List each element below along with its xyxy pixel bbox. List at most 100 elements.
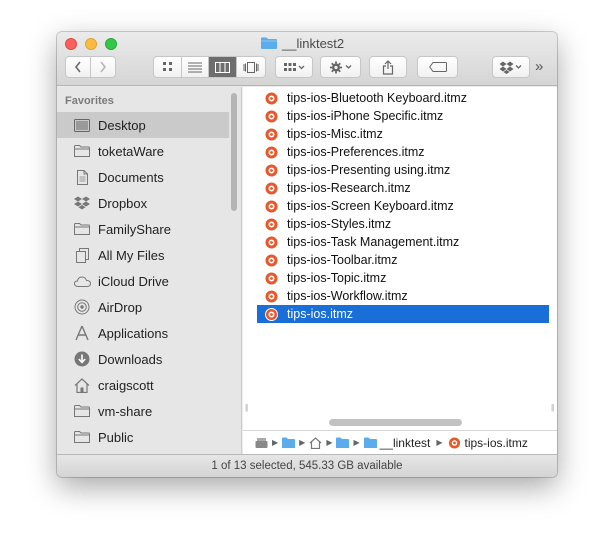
chevron-right-icon <box>100 61 107 73</box>
sidebar-item-label: iCloud Drive <box>98 273 169 289</box>
sidebar-item-icloud-drive[interactable]: iCloud Drive <box>57 268 229 294</box>
arrange-icon <box>284 62 305 71</box>
file-name: tips-ios-Bluetooth Keyboard.itmz <box>287 91 467 105</box>
file-row[interactable]: tips-ios-Toolbar.itmz <box>257 251 549 269</box>
column-resize-handle[interactable]: || <box>245 403 248 412</box>
folder-icon <box>363 437 377 448</box>
sidebar-item-label: Downloads <box>98 351 163 367</box>
window-title: __linktest2 <box>261 34 344 52</box>
tags-button[interactable] <box>417 56 458 78</box>
file-list: tips-ios-Bluetooth Keyboard.itmz tips-ios… <box>257 89 549 323</box>
path-separator-icon: ▶ <box>326 438 333 447</box>
itmz-file-icon <box>265 272 278 284</box>
dropbox-icon <box>73 195 91 211</box>
sidebar-item-familyshare[interactable]: FamilyShare <box>57 216 229 242</box>
icon-view-button[interactable] <box>154 57 182 77</box>
gear-icon <box>329 61 351 73</box>
cloud-icon <box>73 273 91 289</box>
action-button[interactable] <box>320 56 361 78</box>
cover-flow-view-button[interactable] <box>237 57 265 77</box>
column-view-button[interactable] <box>209 57 237 77</box>
sidebar-item-label: Applications <box>98 325 169 341</box>
file-row[interactable]: tips-ios-Misc.itmz <box>257 125 549 143</box>
documents-icon <box>73 169 91 185</box>
sidebar-item-all-my-files[interactable]: All My Files <box>57 242 229 268</box>
home-icon[interactable] <box>309 436 322 449</box>
sidebar-list: Desktop toketaWare Documents Dropbox Fam… <box>57 112 229 450</box>
sidebar-item-craigscott[interactable]: craigscott <box>57 372 229 398</box>
tag-icon <box>428 62 447 72</box>
sidebar-item-label: Dropbox <box>98 195 148 211</box>
path-separator-icon: ▶ <box>299 438 306 447</box>
title-bar[interactable]: __linktest2 » <box>57 32 557 86</box>
column-view-icon <box>215 61 230 73</box>
itmz-file-icon <box>265 164 278 176</box>
minimize-window-button[interactable] <box>85 38 97 50</box>
path-file-label[interactable]: tips-ios.itmz <box>464 436 527 450</box>
dropbox-button[interactable] <box>492 56 530 78</box>
hard-drive-icon[interactable] <box>255 437 268 449</box>
itmz-file-icon <box>265 200 278 212</box>
forward-button[interactable] <box>91 57 115 77</box>
sidebar-item-label: All My Files <box>98 247 165 263</box>
file-name: tips-ios-Preferences.itmz <box>287 145 425 159</box>
itmz-file-icon <box>265 128 278 140</box>
sidebar-scrollbar[interactable] <box>231 93 237 211</box>
folder-icon <box>73 429 91 445</box>
itmz-file-icon <box>265 218 278 230</box>
sidebar-item-vm-share[interactable]: vm-share <box>57 398 229 424</box>
sidebar-item-label: Documents <box>98 169 164 185</box>
sidebar-item-toketaware[interactable]: toketaWare <box>57 138 229 164</box>
view-mode-control <box>153 56 266 78</box>
sidebar-item-label: vm-share <box>98 403 153 419</box>
horizontal-scrollbar[interactable] <box>329 419 462 426</box>
sidebar-item-dropbox[interactable]: Dropbox <box>57 190 229 216</box>
path-folder-label[interactable]: __linktest <box>380 436 431 450</box>
file-name: tips-ios-Misc.itmz <box>287 127 383 141</box>
file-name: tips-ios-Presenting using.itmz <box>287 163 451 177</box>
users-folder-icon[interactable] <box>282 437 296 449</box>
file-row[interactable]: tips-ios-Presenting using.itmz <box>257 161 549 179</box>
zoom-window-button[interactable] <box>105 38 117 50</box>
list-view-icon <box>188 62 202 72</box>
file-row[interactable]: tips-ios-iPhone Specific.itmz <box>257 107 549 125</box>
sidebar-item-airdrop[interactable]: AirDrop <box>57 294 229 320</box>
folder-icon <box>73 221 91 237</box>
column-resize-handle[interactable]: || <box>551 403 554 412</box>
itmz-file-icon <box>265 182 278 194</box>
itmz-file-icon <box>265 92 278 104</box>
close-window-button[interactable] <box>65 38 77 50</box>
file-row[interactable]: tips-ios-Bluetooth Keyboard.itmz <box>257 89 549 107</box>
window-title-text: __linktest2 <box>282 35 345 51</box>
file-row[interactable]: tips-ios-Workflow.itmz <box>257 287 549 305</box>
itmz-file-icon <box>265 254 278 266</box>
dropbox-icon <box>499 61 522 74</box>
navigation-buttons <box>65 56 116 78</box>
sidebar-item-public[interactable]: Public <box>57 424 229 450</box>
back-button[interactable] <box>66 57 91 77</box>
file-name: tips-ios-Topic.itmz <box>287 271 387 285</box>
file-row[interactable]: tips-ios-Screen Keyboard.itmz <box>257 197 549 215</box>
file-name: tips-ios-Toolbar.itmz <box>287 253 398 267</box>
file-row[interactable]: tips-ios-Research.itmz <box>257 179 549 197</box>
share-button[interactable] <box>369 56 407 78</box>
desktop-icon <box>73 117 91 133</box>
file-row[interactable]: tips-ios-Styles.itmz <box>257 215 549 233</box>
file-row[interactable]: tips-ios-Preferences.itmz <box>257 143 549 161</box>
cover-flow-view-icon <box>243 61 259 73</box>
downloads-icon <box>73 351 91 367</box>
sidebar-item-downloads[interactable]: Downloads <box>57 346 229 372</box>
folder-icon[interactable] <box>336 437 350 449</box>
file-row[interactable]: tips-ios-Task Management.itmz <box>257 233 549 251</box>
share-icon <box>382 59 394 75</box>
list-view-button[interactable] <box>182 57 209 77</box>
sidebar-item-documents[interactable]: Documents <box>57 164 229 190</box>
file-row[interactable]: tips-ios-Topic.itmz <box>257 269 549 287</box>
path-separator-icon: ▶ <box>436 438 443 447</box>
file-row[interactable]: tips-ios.itmz <box>257 305 549 323</box>
icon-view-icon <box>162 62 172 71</box>
sidebar-item-applications[interactable]: Applications <box>57 320 229 346</box>
arrange-button[interactable] <box>275 56 313 78</box>
sidebar-item-desktop[interactable]: Desktop <box>57 112 229 138</box>
toolbar-overflow-button[interactable]: » <box>535 58 543 75</box>
